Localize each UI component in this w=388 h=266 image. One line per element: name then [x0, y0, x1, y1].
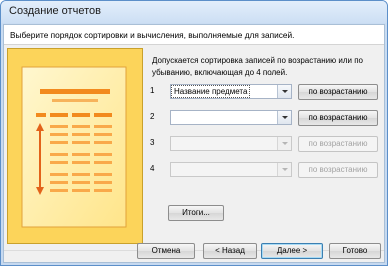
sort-order-4-button[interactable]: по возрастанию — [298, 162, 378, 178]
instruction-banner: Выберите порядок сортировки и вычисления… — [4, 25, 384, 45]
sort-row-2-number: 2 — [150, 112, 155, 121]
summary-options-button[interactable]: Итоги... — [168, 205, 224, 221]
cancel-button[interactable]: Отмена — [137, 243, 195, 259]
sort-row-4-number: 4 — [150, 164, 155, 173]
chevron-down-icon[interactable] — [277, 85, 291, 98]
wizard-body: Выберите порядок сортировки и вычисления… — [3, 24, 385, 263]
sort-field-4-value — [172, 164, 176, 175]
report-page-icon — [8, 49, 142, 243]
chevron-down-icon[interactable] — [277, 163, 291, 176]
sort-row-1-number: 1 — [150, 86, 155, 95]
sort-field-2-combo[interactable] — [170, 110, 292, 125]
sort-description: Допускается сортировка записей по возрас… — [152, 56, 363, 77]
sort-field-3-value — [172, 138, 176, 149]
next-button[interactable]: Далее > — [261, 243, 323, 259]
sort-order-2-button[interactable]: по возрастанию — [298, 110, 378, 126]
chevron-down-icon[interactable] — [277, 137, 291, 150]
report-wizard-window: Создание отчетов Выберите порядок сортир… — [0, 0, 388, 266]
sort-field-4-combo[interactable] — [170, 162, 292, 177]
sort-order-3-button[interactable]: по возрастанию — [298, 136, 378, 152]
title-bar[interactable]: Создание отчетов — [1, 1, 387, 23]
finish-button[interactable]: Готово — [329, 243, 381, 259]
sort-row-3-number: 3 — [150, 138, 155, 147]
instruction-text: Выберите порядок сортировки и вычисления… — [10, 30, 295, 40]
sort-field-1-combo[interactable]: Название предмета — [170, 84, 292, 99]
sort-field-1-value: Название предмета — [170, 85, 251, 98]
back-button[interactable]: < Назад — [203, 243, 257, 259]
sort-order-1-button[interactable]: по возрастанию — [298, 84, 378, 100]
report-preview-illustration — [7, 48, 143, 244]
sort-field-2-value — [172, 112, 176, 123]
chevron-down-icon[interactable] — [277, 111, 291, 124]
window-title: Создание отчетов — [9, 5, 101, 17]
sort-field-3-combo[interactable] — [170, 136, 292, 151]
